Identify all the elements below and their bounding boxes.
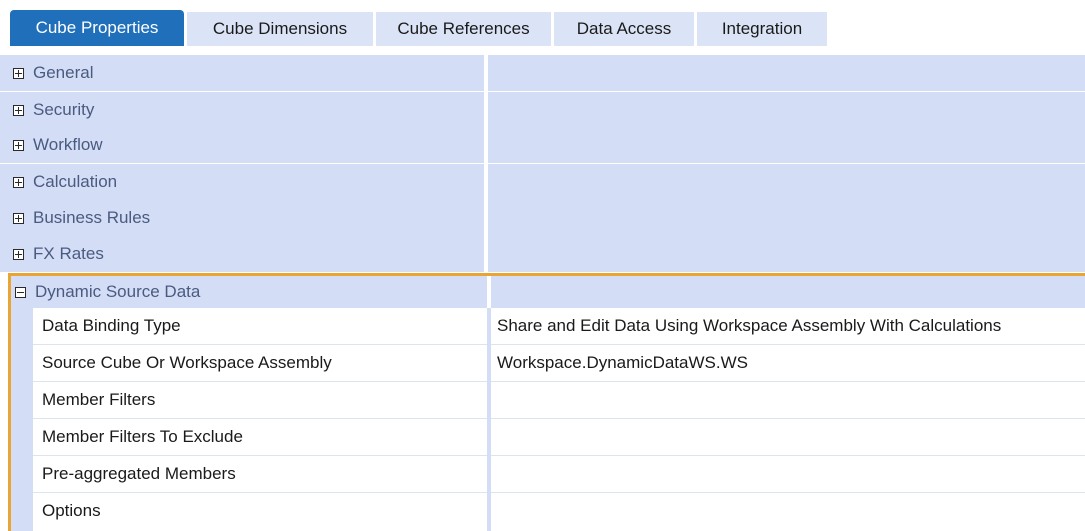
property-row-options[interactable]: Options (33, 493, 1085, 531)
expand-icon[interactable] (13, 139, 24, 151)
column-divider (487, 308, 491, 345)
indent-gutter (11, 308, 33, 531)
expand-icon[interactable] (13, 176, 24, 188)
group-label: Business Rules (33, 208, 151, 227)
column-divider (487, 345, 491, 382)
expand-icon[interactable] (13, 248, 24, 260)
property-value[interactable]: Workspace.DynamicDataWS.WS (497, 345, 748, 381)
tab-label: Integration (721, 19, 803, 38)
group-cell: Business Rules (0, 200, 484, 236)
column-divider (487, 493, 491, 531)
tab-cube-references[interactable]: Cube References (376, 12, 551, 46)
group-label: FX Rates (33, 244, 104, 263)
property-name: Data Binding Type (42, 316, 181, 335)
property-grid: General Security Workflow Calculation Bu… (0, 55, 1085, 531)
group-value-cell (488, 200, 1085, 236)
group-value-cell (488, 92, 1085, 128)
group-value-cell (488, 127, 1085, 163)
group-value-cell (487, 276, 1085, 308)
tab-data-access[interactable]: Data Access (554, 12, 694, 46)
tab-cube-dimensions[interactable]: Cube Dimensions (187, 12, 373, 46)
tab-bar: Cube Properties Cube Dimensions Cube Ref… (0, 0, 1085, 46)
tab-label: Cube References (397, 19, 530, 38)
group-cell: Workflow (0, 127, 484, 163)
property-row-member-filters-to-exclude[interactable]: Member Filters To Exclude (33, 419, 1085, 456)
property-name: Options (42, 501, 101, 520)
group-value-cell (488, 164, 1085, 200)
property-name: Source Cube Or Workspace Assembly (42, 353, 332, 372)
group-label: Security (33, 100, 95, 119)
property-row-source-cube[interactable]: Source Cube Or Workspace Assembly Worksp… (33, 345, 1085, 382)
group-dynamic-source-data[interactable]: Dynamic Source Data (11, 276, 1085, 308)
group-general[interactable]: General (0, 55, 1085, 91)
tab-label: Cube Dimensions (212, 19, 348, 38)
property-name: Member Filters To Exclude (42, 427, 243, 446)
group-cell: Security (0, 92, 484, 128)
tab-integration[interactable]: Integration (697, 12, 827, 46)
group-fx-rates[interactable]: FX Rates (0, 236, 1085, 272)
tab-cube-properties[interactable]: Cube Properties (10, 10, 184, 46)
group-security[interactable]: Security (0, 92, 1085, 128)
group-label: General (33, 63, 94, 82)
group-value-cell (488, 236, 1085, 272)
property-value[interactable]: Share and Edit Data Using Workspace Asse… (497, 308, 1001, 344)
group-label: Calculation (33, 172, 118, 191)
property-row-member-filters[interactable]: Member Filters (33, 382, 1085, 419)
expand-icon[interactable] (13, 104, 24, 116)
group-business-rules[interactable]: Business Rules (0, 200, 1085, 236)
column-divider[interactable] (484, 55, 488, 276)
group-cell: FX Rates (0, 236, 484, 272)
tab-label: Data Access (576, 19, 672, 38)
expand-icon[interactable] (13, 67, 24, 79)
property-row-data-binding-type[interactable]: Data Binding Type Share and Edit Data Us… (33, 308, 1085, 345)
property-name: Member Filters (42, 390, 156, 409)
property-row-pre-aggregated-members[interactable]: Pre-aggregated Members (33, 456, 1085, 493)
dynamic-source-data-section: Dynamic Source Data Data Binding Type Sh… (8, 273, 1085, 531)
property-name: Pre-aggregated Members (42, 464, 236, 483)
group-workflow[interactable]: Workflow (0, 127, 1085, 163)
tab-label: Cube Properties (35, 18, 159, 37)
column-divider (487, 419, 491, 456)
group-calculation[interactable]: Calculation (0, 164, 1085, 200)
group-label: Workflow (33, 135, 103, 154)
column-divider (487, 456, 491, 493)
group-cell: General (0, 55, 484, 91)
collapse-icon[interactable] (15, 286, 26, 298)
expand-icon[interactable] (13, 212, 24, 224)
group-cell: Calculation (0, 164, 484, 200)
group-label: Dynamic Source Data (35, 282, 201, 301)
group-value-cell (488, 55, 1085, 91)
column-divider (487, 382, 491, 419)
